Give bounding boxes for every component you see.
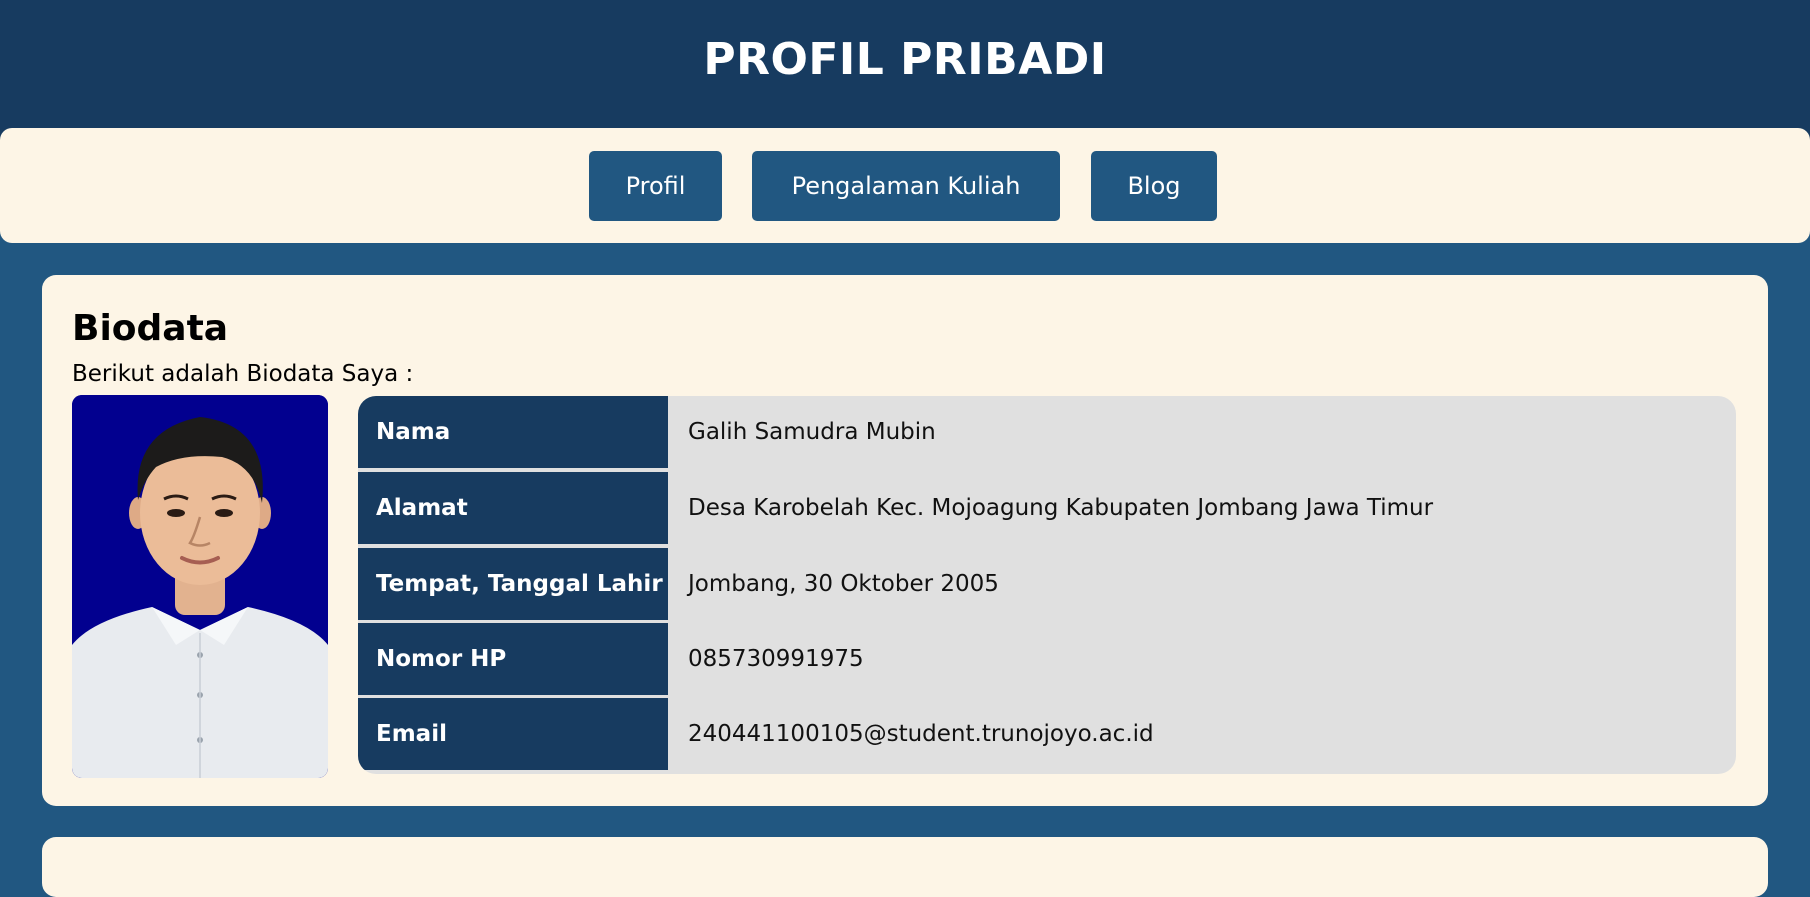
nav-profil-button[interactable]: Profil xyxy=(589,151,722,221)
biodata-value: Jombang, 30 Oktober 2005 xyxy=(688,571,999,597)
biodata-row-nomor-hp: Nomor HP 085730991975 xyxy=(358,623,1736,695)
biodata-label: Nama xyxy=(358,396,668,468)
biodata-card: Biodata Berikut adalah Biodata Saya : Na… xyxy=(42,275,1768,806)
biodata-title: Biodata xyxy=(72,308,229,349)
page-header: PROFIL PRIBADI xyxy=(0,0,1810,140)
profile-photo xyxy=(72,395,328,778)
biodata-value: 085730991975 xyxy=(688,646,864,672)
biodata-row-alamat: Alamat Desa Karobelah Kec. Mojoagung Kab… xyxy=(358,472,1736,544)
nav-pengalaman-kuliah-button[interactable]: Pengalaman Kuliah xyxy=(752,151,1060,221)
biodata-value: Galih Samudra Mubin xyxy=(688,419,936,445)
nav-blog-button[interactable]: Blog xyxy=(1091,151,1217,221)
biodata-table: Nama Galih Samudra Mubin Alamat Desa Kar… xyxy=(358,396,1736,774)
nav-bar: Profil Pengalaman Kuliah Blog xyxy=(0,128,1810,243)
biodata-row-email: Email 240441100105@student.trunojoyo.ac.… xyxy=(358,698,1736,770)
biodata-subtitle: Berikut adalah Biodata Saya : xyxy=(72,361,414,387)
biodata-label: Nomor HP xyxy=(358,623,668,695)
biodata-label: Email xyxy=(358,698,668,770)
biodata-row-ttl: Tempat, Tanggal Lahir Jombang, 30 Oktobe… xyxy=(358,548,1736,620)
biodata-label: Alamat xyxy=(358,472,668,544)
next-section-card xyxy=(42,837,1768,897)
biodata-value: 240441100105@student.trunojoyo.ac.id xyxy=(688,721,1154,747)
biodata-label: Tempat, Tanggal Lahir xyxy=(358,548,668,620)
page-title: PROFIL PRIBADI xyxy=(703,34,1107,85)
biodata-row-nama: Nama Galih Samudra Mubin xyxy=(358,396,1736,468)
biodata-value: Desa Karobelah Kec. Mojoagung Kabupaten … xyxy=(688,495,1434,521)
